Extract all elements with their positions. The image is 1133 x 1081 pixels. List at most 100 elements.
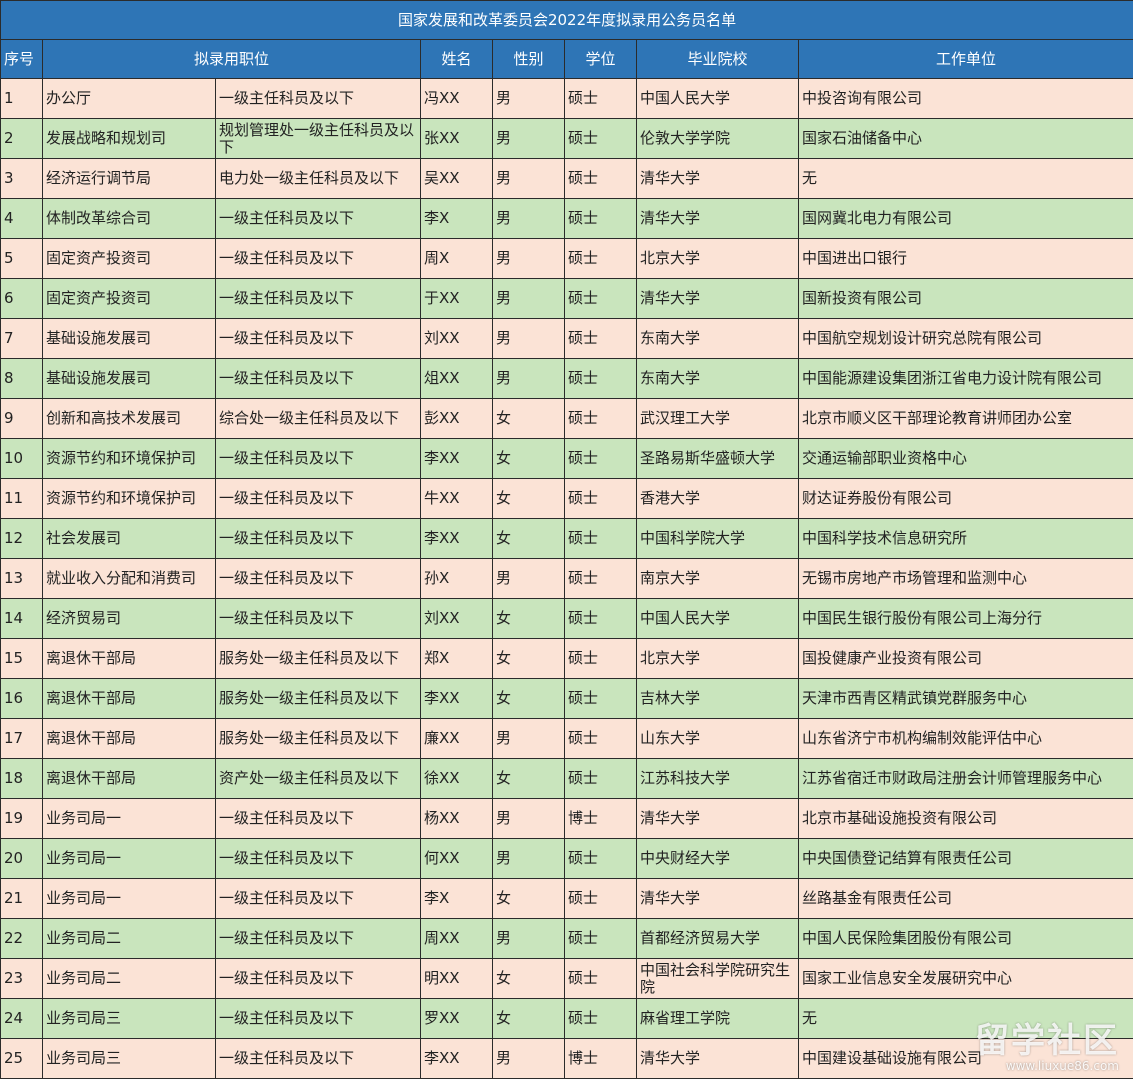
cell-employer: 国新投资有限公司 (797, 278, 1133, 319)
cell-employer: 江苏省宿迁市财政局注册会计师管理服务中心 (797, 758, 1133, 799)
cell-position: 一级主任科员及以下 (215, 198, 421, 239)
table-row: 10 资源节约和环境保护司 一级主任科员及以下 李XX 女硕士 圣路易斯华盛顿大学 交通运输… (0, 438, 1133, 479)
cell-department: 经济贸易司 (42, 598, 216, 639)
cell-employer: 中国建设基础设施有限公司 (797, 1038, 1133, 1079)
cell-name: 李XX (420, 1038, 493, 1079)
cell-position: 一级主任科员及以下 (215, 78, 421, 119)
cell-degree: 硕士 (564, 518, 637, 559)
cell-position: 一级主任科员及以下 (215, 438, 421, 479)
cell-name: 彭XX (420, 398, 493, 439)
cell-seq: 8 (0, 358, 43, 399)
cell-name: 明XX (420, 958, 493, 999)
cell-school: 山东大学 (636, 718, 799, 759)
cell-employer: 交通运输部职业资格中心 (797, 438, 1133, 479)
cell-gender: 女 (492, 878, 565, 919)
cell-employer: 无 (797, 998, 1133, 1039)
cell-employer: 国家石油储备中心 (797, 118, 1133, 159)
cell-school: 首都经济贸易大学 (636, 918, 799, 959)
cell-degree: 硕士 (564, 398, 637, 439)
cell-position: 资产处一级主任科员及以下 (215, 758, 421, 799)
cell-position: 一级主任科员及以下 (215, 998, 421, 1039)
cell-gender: 男 (492, 558, 565, 599)
cell-gender: 男 (492, 238, 565, 279)
cell-school: 东南大学 (636, 318, 799, 359)
cell-position: 一级主任科员及以下 (215, 878, 421, 919)
cell-school: 中国科学院大学 (636, 518, 799, 559)
cell-department: 业务司局三 (42, 1038, 216, 1079)
cell-gender: 女 (492, 958, 565, 999)
table-row: 20 业务司局一 一级主任科员及以下 何XX 男硕士 中央财经大学 中央国债登记结算有限责任… (0, 838, 1133, 879)
cell-name: 俎XX (420, 358, 493, 399)
cell-school: 清华大学 (636, 1038, 799, 1079)
cell-position: 一级主任科员及以下 (215, 358, 421, 399)
cell-seq: 17 (0, 718, 43, 759)
cell-degree: 硕士 (564, 918, 637, 959)
cell-employer: 丝路基金有限责任公司 (797, 878, 1133, 919)
cell-school: 清华大学 (636, 198, 799, 239)
cell-seq: 21 (0, 878, 43, 919)
cell-department: 办公厅 (42, 78, 216, 119)
cell-degree: 硕士 (564, 718, 637, 759)
cell-name: 徐XX (420, 758, 493, 799)
cell-seq: 14 (0, 598, 43, 639)
cell-department: 固定资产投资司 (42, 278, 216, 319)
cell-position: 一级主任科员及以下 (215, 318, 421, 359)
cell-employer: 中国航空规划设计研究总院有限公司 (797, 318, 1133, 359)
cell-degree: 硕士 (564, 878, 637, 919)
cell-employer: 山东省济宁市机构编制效能评估中心 (797, 718, 1133, 759)
cell-degree: 硕士 (564, 598, 637, 639)
table-row: 11 资源节约和环境保护司 一级主任科员及以下 牛XX 女硕士 香港大学 财达证券股份有限公… (0, 478, 1133, 519)
cell-name: 刘XX (420, 598, 493, 639)
table-row: 19 业务司局一 一级主任科员及以下 杨XX 男博士 清华大学 北京市基础设施投资有限公司 (0, 798, 1133, 839)
cell-seq: 2 (0, 118, 43, 159)
cell-school: 南京大学 (636, 558, 799, 599)
cell-department: 经济运行调节局 (42, 158, 216, 199)
cell-position: 一级主任科员及以下 (215, 958, 421, 999)
cell-school: 江苏科技大学 (636, 758, 799, 799)
table-row: 18 离退休干部局 资产处一级主任科员及以下 徐XX 女硕士 江苏科技大学 江苏省宿迁市财政… (0, 758, 1133, 799)
cell-name: 廉XX (420, 718, 493, 759)
cell-gender: 女 (492, 998, 565, 1039)
cell-department: 离退休干部局 (42, 758, 216, 799)
cell-seq: 20 (0, 838, 43, 879)
cell-degree: 硕士 (564, 638, 637, 679)
cell-department: 基础设施发展司 (42, 358, 216, 399)
cell-department: 离退休干部局 (42, 638, 216, 679)
cell-degree: 硕士 (564, 318, 637, 359)
cell-gender: 男 (492, 358, 565, 399)
cell-employer: 中国人民保险集团股份有限公司 (797, 918, 1133, 959)
cell-employer: 北京市顺义区干部理论教育讲师团办公室 (797, 398, 1133, 439)
cell-position: 一级主任科员及以下 (215, 238, 421, 279)
cell-employer: 中央国债登记结算有限责任公司 (797, 838, 1133, 879)
cell-degree: 博士 (564, 1038, 637, 1079)
cell-degree: 硕士 (564, 998, 637, 1039)
cell-seq: 23 (0, 958, 43, 999)
cell-gender: 男 (492, 918, 565, 959)
cell-name: 于XX (420, 278, 493, 319)
cell-position: 一级主任科员及以下 (215, 478, 421, 519)
cell-school: 伦敦大学学院 (636, 118, 799, 159)
cell-name: 张XX (420, 118, 493, 159)
cell-position: 一级主任科员及以下 (215, 598, 421, 639)
table-row: 4 体制改革综合司 一级主任科员及以下 李X 男硕士 清华大学 国网冀北电力有限公司 (0, 198, 1133, 239)
table-row: 13 就业收入分配和消费司 一级主任科员及以下 孙X 男硕士 南京大学 无锡市房地产市场管理… (0, 558, 1133, 599)
cell-degree: 硕士 (564, 358, 637, 399)
cell-gender: 女 (492, 638, 565, 679)
cell-position: 一级主任科员及以下 (215, 1038, 421, 1079)
cell-department: 社会发展司 (42, 518, 216, 559)
cell-seq: 4 (0, 198, 43, 239)
cell-gender: 女 (492, 478, 565, 519)
cell-employer: 财达证券股份有限公司 (797, 478, 1133, 519)
cell-department: 业务司局三 (42, 998, 216, 1039)
cell-department: 就业收入分配和消费司 (42, 558, 216, 599)
cell-employer: 国网冀北电力有限公司 (797, 198, 1133, 239)
cell-gender: 女 (492, 398, 565, 439)
table-row: 7 基础设施发展司 一级主任科员及以下 刘XX 男硕士 东南大学 中国航空规划设计研究总院有… (0, 318, 1133, 359)
cell-school: 中央财经大学 (636, 838, 799, 879)
cell-department: 资源节约和环境保护司 (42, 438, 216, 479)
cell-seq: 16 (0, 678, 43, 719)
cell-name: 刘XX (420, 318, 493, 359)
cell-position: 一级主任科员及以下 (215, 518, 421, 559)
cell-gender: 女 (492, 678, 565, 719)
cell-gender: 男 (492, 198, 565, 239)
